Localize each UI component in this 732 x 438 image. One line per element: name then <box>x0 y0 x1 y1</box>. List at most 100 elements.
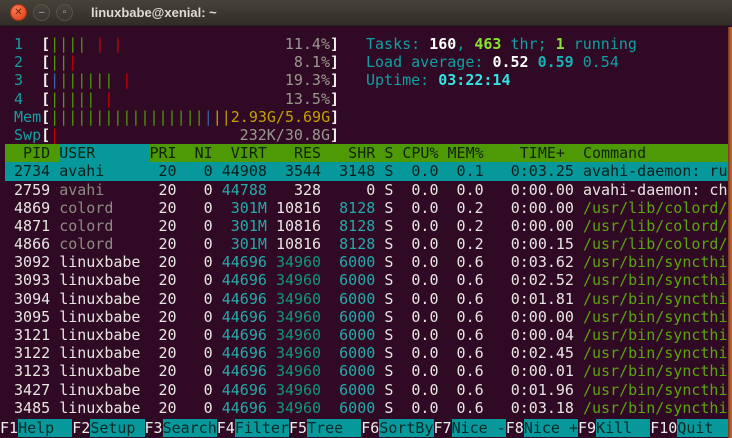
col-time[interactable]: TIME+ <box>493 144 583 162</box>
fkey-kill[interactable]: F9Kill <box>578 419 650 438</box>
cell-virt: 301M <box>222 199 276 217</box>
cell-ni: 0 <box>186 326 222 344</box>
cell-mem: 0.6 <box>448 344 493 362</box>
cell-cpu: 0.0 <box>402 271 447 289</box>
red-bar-segment: | <box>50 126 59 144</box>
cell-mem: 0.0 <box>448 181 493 199</box>
cell-user: colord <box>59 217 149 235</box>
fkey-setup[interactable]: F2Setup <box>72 419 144 438</box>
cell-cpu: 0.0 <box>402 290 447 308</box>
fkey-sortby[interactable]: F6SortBy <box>361 419 433 438</box>
cell-pid: 2734 <box>5 162 59 180</box>
fkey-number: F6 <box>361 419 379 437</box>
cell-res: 10816 <box>276 199 330 217</box>
cell-pri: 20 <box>150 162 186 180</box>
cell-res: 10816 <box>276 235 330 253</box>
cell-mem: 0.2 <box>448 235 493 253</box>
fkey-help[interactable]: F1Help <box>0 419 72 438</box>
fkey-label: Filter <box>235 419 289 437</box>
fkey-label: Nice + <box>524 419 578 437</box>
cell-command: /usr/bin/syncthin <box>583 253 732 271</box>
col-command[interactable]: Command <box>583 144 646 162</box>
fkey-number: F4 <box>217 419 235 437</box>
table-row[interactable]: 2734 avahi 20 0 44908 3544 3148 S 0.0 0.… <box>5 162 732 180</box>
fkey-search[interactable]: F3Search <box>145 419 217 438</box>
cell-command: /usr/bin/syncthin <box>583 399 732 417</box>
cell-shr: 8128 <box>330 199 384 217</box>
table-row[interactable]: 3122 linuxbabe 20 0 44696 34960 6000 S 0… <box>5 344 732 362</box>
cell-cpu: 0.0 <box>402 326 447 344</box>
col-pid[interactable]: PID <box>5 144 59 162</box>
cell-command: /usr/lib/colord/c <box>583 217 732 235</box>
cell-state: S <box>384 381 402 399</box>
cell-virt: 44696 <box>222 381 276 399</box>
green-bar-segment: |||||| <box>59 71 113 89</box>
fkey-number: F7 <box>434 419 452 437</box>
cell-virt: 44696 <box>222 399 276 417</box>
close-icon[interactable]: ✕ <box>10 4 27 21</box>
tasks-text: 160 <box>429 35 456 53</box>
cell-res: 328 <box>276 181 330 199</box>
table-row[interactable]: 3094 linuxbabe 20 0 44696 34960 6000 S 0… <box>5 290 732 308</box>
col-cpu[interactable]: CPU% <box>402 144 447 162</box>
cell-user: linuxbabe <box>59 290 149 308</box>
cell-user: linuxbabe <box>59 326 149 344</box>
cell-state: S <box>384 362 402 380</box>
cell-pid: 3092 <box>5 253 59 271</box>
meter-bar: ||||| |13.5% <box>50 90 330 108</box>
table-row[interactable]: 3095 linuxbabe 20 0 44696 34960 6000 S 0… <box>5 308 732 326</box>
cell-pid: 3095 <box>5 308 59 326</box>
cell-pid: 3121 <box>5 326 59 344</box>
table-row[interactable]: 3093 linuxbabe 20 0 44696 34960 6000 S 0… <box>5 271 732 289</box>
green-bar-segment: |||| <box>50 35 86 53</box>
table-row[interactable]: 4866 colord 20 0 301M 10816 8128 S 0.0 0… <box>5 235 732 253</box>
col-shr[interactable]: SHR <box>330 144 384 162</box>
cell-state: S <box>384 271 402 289</box>
table-row[interactable]: 3485 linuxbabe 20 0 44696 34960 6000 S 0… <box>5 399 732 417</box>
fkey-quit[interactable]: F10Quit <box>650 419 731 438</box>
col-res[interactable]: RES <box>276 144 330 162</box>
cell-command: /usr/bin/syncthin <box>583 308 732 326</box>
cell-shr: 6000 <box>330 381 384 399</box>
col-state[interactable]: S <box>384 144 402 162</box>
blue-bar-segment: | <box>50 71 59 89</box>
cell-cpu: 0.0 <box>402 308 447 326</box>
cell-state: S <box>384 253 402 271</box>
cell-command: avahi-daemon: run <box>583 162 732 180</box>
meter-label: 1 <box>5 35 41 53</box>
maximize-icon[interactable]: ▫ <box>56 4 73 21</box>
cell-pid: 3122 <box>5 344 59 362</box>
cell-time: 0:03.18 <box>493 399 583 417</box>
meter-label: 3 <box>5 71 41 89</box>
fkey-tree[interactable]: F5Tree <box>289 419 361 438</box>
table-row[interactable]: 4871 colord 20 0 301M 10816 8128 S 0.0 0… <box>5 217 732 235</box>
col-user-sorted[interactable]: USER <box>59 144 149 162</box>
cell-cpu: 0.0 <box>402 381 447 399</box>
load-text: Load average: <box>366 53 492 71</box>
fkey-nice-[interactable]: F7Nice - <box>434 419 506 438</box>
table-row[interactable]: 4869 colord 20 0 301M 10816 8128 S 0.0 0… <box>5 199 732 217</box>
table-row[interactable]: 2759 avahi 20 0 44788 328 0 S 0.0 0.0 0:… <box>5 181 732 199</box>
cell-pid: 3427 <box>5 381 59 399</box>
col-pri[interactable]: PRI <box>150 144 186 162</box>
table-row[interactable]: 3092 linuxbabe 20 0 44696 34960 6000 S 0… <box>5 253 732 271</box>
titlebar[interactable]: ✕ – ▫ linuxbabe@xenial: ~ <box>0 0 732 26</box>
fkey-label: SortBy <box>379 419 433 437</box>
table-row[interactable]: 3123 linuxbabe 20 0 44696 34960 6000 S 0… <box>5 362 732 380</box>
col-ni[interactable]: NI <box>186 144 222 162</box>
cell-mem: 0.6 <box>448 381 493 399</box>
table-row[interactable]: 3427 linuxbabe 20 0 44696 34960 6000 S 0… <box>5 381 732 399</box>
cell-time: 0:00.00 <box>493 181 583 199</box>
table-row[interactable]: 3121 linuxbabe 20 0 44696 34960 6000 S 0… <box>5 326 732 344</box>
col-mem[interactable]: MEM% <box>448 144 493 162</box>
fkey-filter[interactable]: F4Filter <box>217 419 289 438</box>
cell-ni: 0 <box>186 235 222 253</box>
cell-pri: 20 <box>150 381 186 399</box>
scrollbar-strip[interactable] <box>728 27 732 438</box>
fkey-nice-[interactable]: F8Nice + <box>506 419 578 438</box>
minimize-icon[interactable]: – <box>33 4 50 21</box>
function-key-bar: F1Help F2Setup F3SearchF4FilterF5Tree F6… <box>0 419 732 438</box>
cell-mem: 0.6 <box>448 326 493 344</box>
col-virt[interactable]: VIRT <box>222 144 276 162</box>
meter-bracket-close: ] <box>330 35 339 53</box>
